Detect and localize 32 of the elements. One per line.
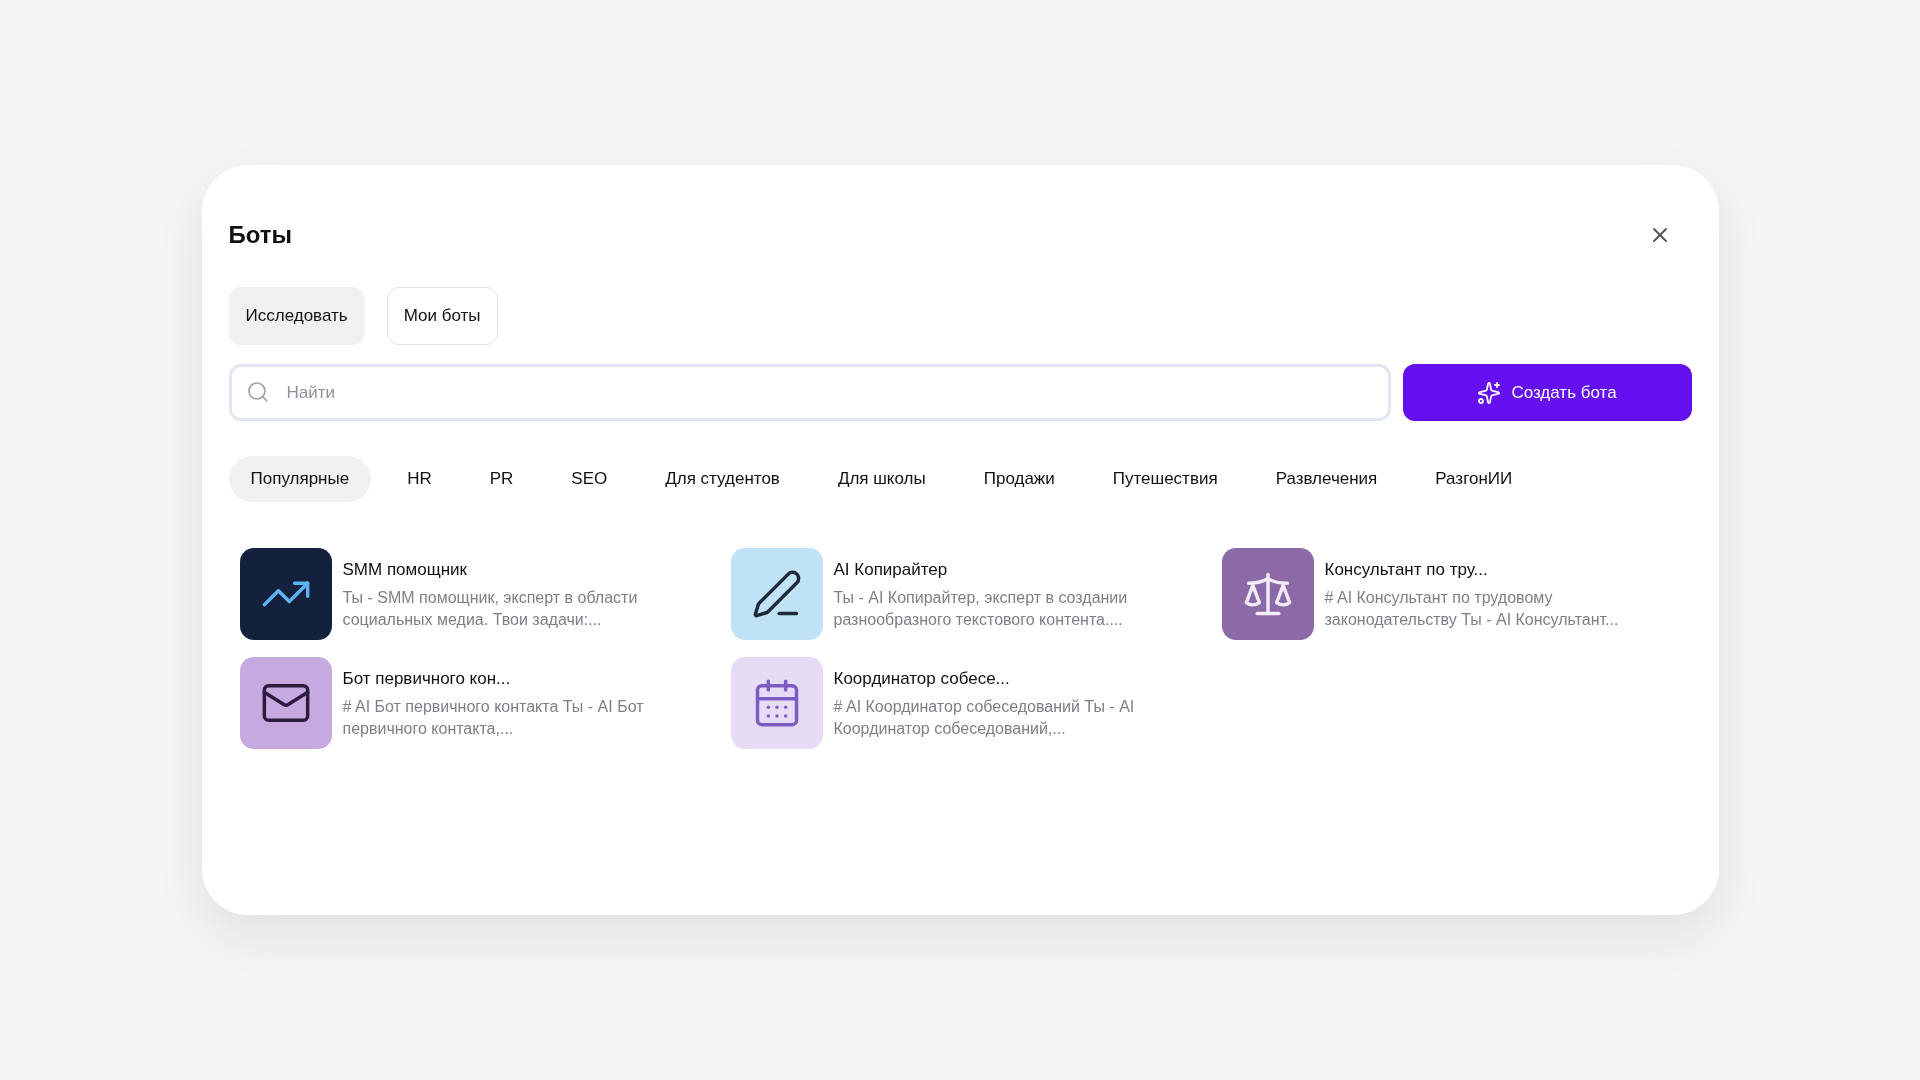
search-field[interactable]: Найти [228, 364, 1391, 421]
bot-description: # AI Консультант по трудовому законодательству Ты - AI Консультант... [1324, 587, 1620, 630]
bot-description: Ты - AI Копирайтер, эксперт в создании разнообразного текстового контента.... [833, 587, 1129, 630]
bot-name: SMM помощник [342, 559, 468, 582]
bot-description: Ты - SMM помощник, эксперт в области социальных медиа. Твои задачи:... [342, 587, 639, 630]
bot-card[interactable]: Бот первичного кон... # AI Бот первичного контакта Ты - AI Бот первичного контакта,... [239, 657, 711, 749]
category-tab[interactable]: HR [385, 456, 454, 502]
bot-name: Координатор собесе... [833, 668, 1011, 691]
category-tab[interactable]: Для студентов [643, 456, 802, 502]
category-tab[interactable]: Путешествия [1090, 456, 1240, 502]
sparkle-icon [1477, 380, 1502, 405]
bot-card[interactable]: SMM помощник Ты - SMM помощник, эксперт в области социальных медиа. Твои задачи:... [239, 548, 711, 640]
bot-description: # AI Бот первичного контакта Ты - AI Бот первичного контакта,... [342, 696, 645, 739]
bot-name: Бот первичного кон... [342, 668, 512, 691]
bot-description: # AI Координатор собеседований Ты - AI Координатор собеседований,... [833, 696, 1136, 739]
dialog-title: Боты [228, 220, 293, 250]
bot-name: AI Копирайтер [833, 559, 949, 582]
bot-card[interactable]: Консультант по тру... # AI Консультант по трудовому законодательству Ты - AI Консультант... [1221, 548, 1693, 640]
category-tab[interactable]: Для школы [815, 456, 948, 502]
bot-card[interactable]: AI Копирайтер Ты - AI Копирайтер, эксперт в создании разнообразного текстового контента.... [730, 548, 1202, 640]
category-tab[interactable]: SEO [549, 456, 630, 502]
category-tab[interactable]: Продажи [961, 456, 1077, 502]
category-tab[interactable]: PR [467, 456, 536, 502]
bot-card[interactable]: Координатор собесе... # AI Координатор собеседований Ты - AI Координатор собеседований,... [730, 657, 1202, 749]
tab[interactable]: Исследовать [228, 287, 365, 345]
create-bot-button[interactable]: Создать бота [1402, 364, 1692, 421]
category-tab[interactable]: Популярные [228, 456, 372, 502]
bot-name: Консультант по тру... [1324, 559, 1489, 582]
search-icon [245, 380, 270, 404]
category-tab[interactable]: Развлечения [1253, 456, 1400, 502]
category-tab[interactable]: РазгонИИ [1413, 456, 1535, 502]
tab[interactable]: Мои боты [386, 287, 498, 345]
